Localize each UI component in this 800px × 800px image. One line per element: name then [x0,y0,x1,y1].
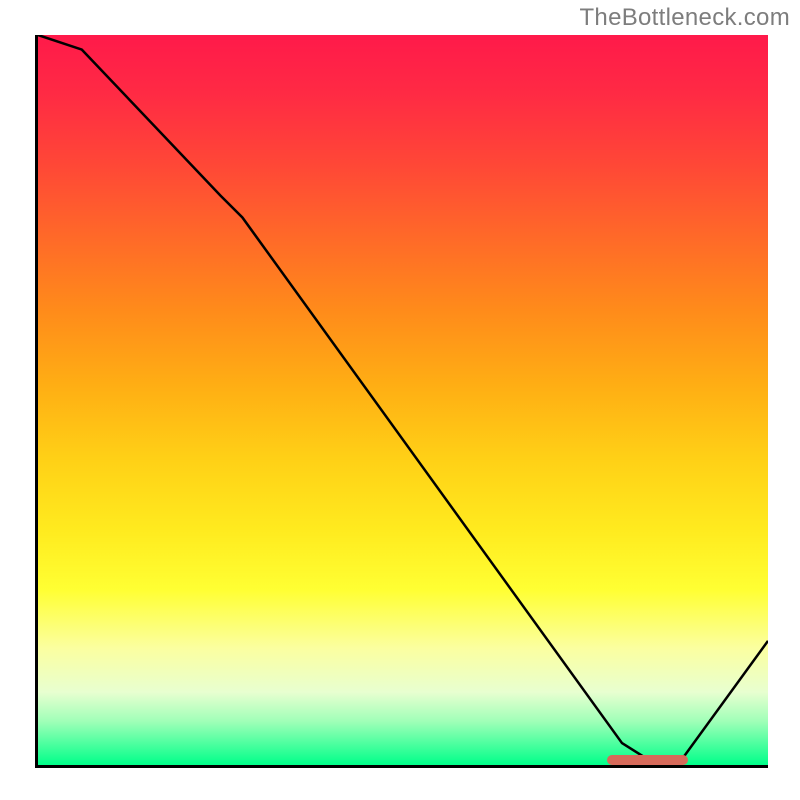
bottleneck-curve [38,35,768,765]
attribution-text: TheBottleneck.com [579,4,790,32]
optimal-range-marker [607,755,687,765]
plot-area [35,35,768,768]
